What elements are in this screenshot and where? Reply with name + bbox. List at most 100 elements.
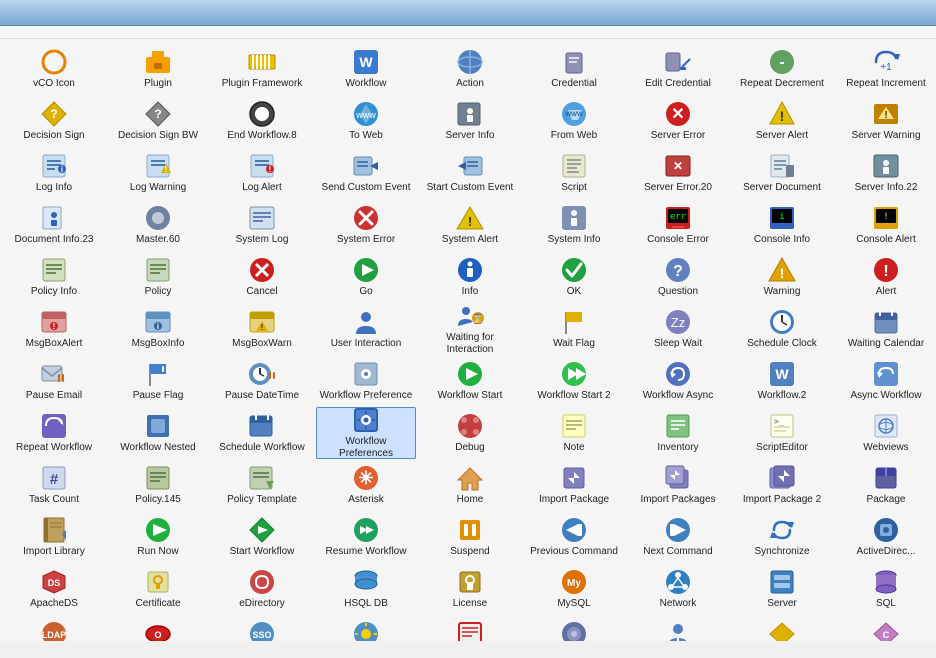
shape-item-workflow-nested[interactable]: Workflow Nested — [108, 407, 208, 459]
shape-item-schedule-workflow[interactable]: Schedule Workflow — [212, 407, 312, 459]
shape-item-task-count[interactable]: #Task Count — [4, 459, 104, 511]
shape-item-sleep-wait[interactable]: ZzSleep Wait — [628, 303, 728, 355]
shape-item-pause-email[interactable]: Pause Email — [4, 355, 104, 407]
shape-item-async-workflow[interactable]: Async Workflow — [836, 355, 936, 407]
shape-item-info[interactable]: Info — [420, 251, 520, 303]
shape-item-plugin-fw[interactable]: Plugin Framework — [212, 43, 312, 95]
shape-item-decision[interactable]: Decision — [732, 615, 832, 641]
shape-item-mysql[interactable]: MyMySQL — [524, 563, 624, 615]
shape-item-workflow-start[interactable]: Workflow Start — [420, 355, 520, 407]
shape-item-server-info[interactable]: Server Info — [420, 95, 520, 147]
shape-item-msgbox-alert[interactable]: !MsgBoxAlert — [4, 303, 104, 355]
shape-item-policy[interactable]: Policy — [108, 251, 208, 303]
shape-item-master60[interactable]: Master.60 — [108, 199, 208, 251]
shape-item-script[interactable]: Script — [524, 147, 624, 199]
shape-item-console-alert[interactable]: !Console Alert — [836, 199, 936, 251]
shape-item-inventory[interactable]: Inventory — [628, 407, 728, 459]
shape-item-edit-credential[interactable]: Edit Credential — [628, 43, 728, 95]
shape-item-repeat-increment[interactable]: +1Repeat Increment — [836, 43, 936, 95]
shape-item-warning[interactable]: !Warning — [732, 251, 832, 303]
shape-item-workflow[interactable]: WWorkflow — [316, 43, 416, 95]
shape-item-apacheds[interactable]: DSApacheDS — [4, 563, 104, 615]
shape-item-workflow-start2[interactable]: Workflow Start 2 — [524, 355, 624, 407]
shape-item-workflow-preferences[interactable]: Workflow Preferences — [316, 407, 416, 459]
shape-item-sunone[interactable]: SunONE — [316, 615, 416, 641]
shape-item-log-alert[interactable]: !Log Alert — [212, 147, 312, 199]
shape-item-schedule-clock[interactable]: Schedule Clock — [732, 303, 832, 355]
shape-item-previous-command[interactable]: Previous Command — [524, 511, 624, 563]
shape-item-server-warning[interactable]: !Server Warning — [836, 95, 936, 147]
shape-item-vco-icon[interactable]: vCO Icon — [4, 43, 104, 95]
shape-item-import-package[interactable]: Import Package — [524, 459, 624, 511]
shape-item-go[interactable]: Go — [316, 251, 416, 303]
shape-item-sso[interactable]: SSOSSO — [212, 615, 312, 641]
shape-item-system-log[interactable]: System Log — [212, 199, 312, 251]
shape-item-policy-template[interactable]: Policy Template — [212, 459, 312, 511]
shape-item-package[interactable]: Package — [836, 459, 936, 511]
shape-item-server-info22[interactable]: Server Info.22 — [836, 147, 936, 199]
shape-item-action[interactable]: Action — [420, 43, 520, 95]
shape-item-import-package2[interactable]: Import Package 2 — [732, 459, 832, 511]
shape-item-ok[interactable]: OK — [524, 251, 624, 303]
shape-item-certificate[interactable]: Certificate — [108, 563, 208, 615]
shape-item-end-workflow8[interactable]: End Workflow.8 — [212, 95, 312, 147]
shape-item-question[interactable]: ?Question — [628, 251, 728, 303]
shape-item-license[interactable]: License — [420, 563, 520, 615]
shape-item-network[interactable]: Network — [628, 563, 728, 615]
shape-item-wait-flag[interactable]: Wait Flag — [524, 303, 624, 355]
shape-item-workflow2[interactable]: WWorkflow.2 — [732, 355, 832, 407]
shape-item-pause-datetime[interactable]: Pause DateTime — [212, 355, 312, 407]
shape-item-repeat-decrement[interactable]: -Repeat Decrement — [732, 43, 832, 95]
shape-item-server-error20[interactable]: ✕Server Error.20 — [628, 147, 728, 199]
shape-item-from-web[interactable]: wwwFrom Web — [524, 95, 624, 147]
shape-item-to-web[interactable]: wwwTo Web — [316, 95, 416, 147]
shape-item-debug[interactable]: Debug — [420, 407, 520, 459]
shape-item-msgbox-warn[interactable]: !MsgBoxWarn — [212, 303, 312, 355]
shape-item-msgbox-info[interactable]: iMsgBoxInfo — [108, 303, 208, 355]
shape-item-system-info[interactable]: System Info — [524, 199, 624, 251]
shape-item-userinteract[interactable]: UserInteract... — [628, 615, 728, 641]
shape-item-decision-sign[interactable]: ?Decision Sign — [4, 95, 104, 147]
shape-item-note[interactable]: Note — [524, 407, 624, 459]
shape-item-synchronize[interactable]: Synchronize — [732, 511, 832, 563]
shape-item-policy-info[interactable]: Policy Info — [4, 251, 104, 303]
shape-item-policy145[interactable]: Policy.145 — [108, 459, 208, 511]
shape-item-activedir[interactable]: ActiveDirec... — [836, 511, 936, 563]
shape-item-console-error[interactable]: errConsole Error — [628, 199, 728, 251]
shape-item-server-document[interactable]: Server Document — [732, 147, 832, 199]
shape-item-cancel[interactable]: Cancel — [212, 251, 312, 303]
shape-item-next-command[interactable]: Next Command — [628, 511, 728, 563]
shape-item-pause-flag[interactable]: Pause Flag — [108, 355, 208, 407]
shape-item-server-alert[interactable]: !Server Alert — [732, 95, 832, 147]
shape-item-custom-decision[interactable]: CCustom Decision — [836, 615, 936, 641]
shape-item-script-editor[interactable]: >_ScriptEditor — [732, 407, 832, 459]
shape-item-waiting-calendar[interactable]: Waiting Calendar — [836, 303, 936, 355]
shape-item-user-interaction[interactable]: User Interaction — [316, 303, 416, 355]
shape-item-asterisk[interactable]: ✳Asterisk — [316, 459, 416, 511]
shape-item-troubleshoot[interactable]: Troubleshoo... — [420, 615, 520, 641]
shape-item-start-workflow[interactable]: Start Workflow — [212, 511, 312, 563]
shape-item-server[interactable]: Server — [732, 563, 832, 615]
shape-item-alert[interactable]: !Alert — [836, 251, 936, 303]
shape-item-openldap[interactable]: LDAPOpenLDAP — [4, 615, 104, 641]
shape-item-system-alert[interactable]: !System Alert — [420, 199, 520, 251]
shape-item-webviews[interactable]: Webviews — [836, 407, 936, 459]
shape-item-workflow-preference[interactable]: Workflow Preference — [316, 355, 416, 407]
shape-item-edirectory[interactable]: eDirectory — [212, 563, 312, 615]
shape-item-decision-sign-bw[interactable]: ?Decision Sign BW — [108, 95, 208, 147]
shape-item-resume-workflow[interactable]: Resume Workflow — [316, 511, 416, 563]
shape-item-start-custom-event[interactable]: Start Custom Event — [420, 147, 520, 199]
shape-item-workflow-async[interactable]: Workflow Async — [628, 355, 728, 407]
shape-item-run-now[interactable]: Run Now — [108, 511, 208, 563]
shape-item-plugin[interactable]: Plugin — [108, 43, 208, 95]
shape-item-server-error[interactable]: ✕Server Error — [628, 95, 728, 147]
shape-item-home[interactable]: Home — [420, 459, 520, 511]
shape-item-log-info[interactable]: iLog Info — [4, 147, 104, 199]
shape-item-repeat-workflow[interactable]: Repeat Workflow — [4, 407, 104, 459]
shape-item-log-warning[interactable]: !Log Warning — [108, 147, 208, 199]
shape-item-oracle[interactable]: OOracle — [108, 615, 208, 641]
shape-item-suspend[interactable]: Suspend — [420, 511, 520, 563]
shape-item-import-packages[interactable]: Import Packages — [628, 459, 728, 511]
shape-item-hsql-db[interactable]: HSQL DB — [316, 563, 416, 615]
shape-item-document-info23[interactable]: Document Info.23 — [4, 199, 104, 251]
